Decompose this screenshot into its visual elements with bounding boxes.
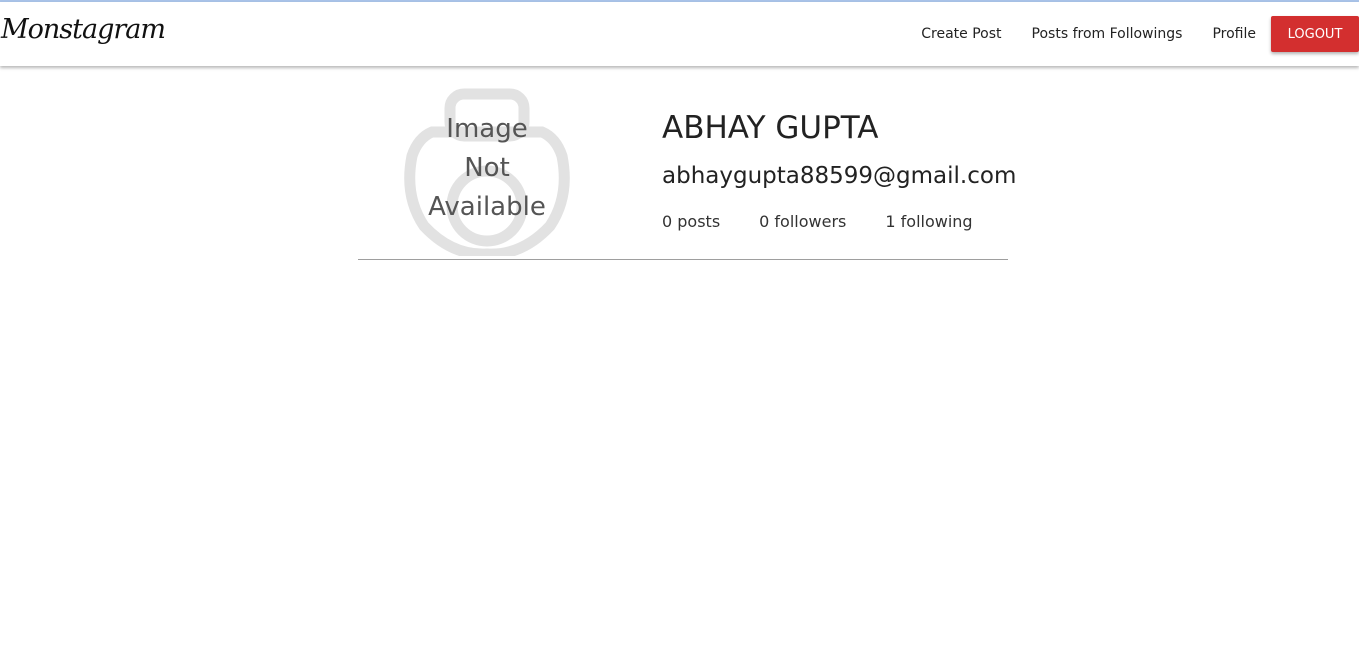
profile-email: abhaygupta88599@gmail.com [662,163,1017,189]
logout-button[interactable]: LOGOUT [1271,16,1359,52]
nav-link-profile[interactable]: Profile [1197,26,1271,42]
profile-name: ABHAY GUPTA [662,110,879,146]
brand-logo[interactable]: Monstagram [1,14,166,45]
avatar-placeholder-text: Image Not Available [428,114,546,222]
posts-count: 0 posts [662,212,721,231]
profile-header: Image Not Available ABHAY GUPTA abhaygup… [358,66,1016,260]
following-count: 1 following [885,212,973,231]
nav-link-posts-from-followings[interactable]: Posts from Followings [1017,26,1198,42]
followers-count: 0 followers [759,212,847,231]
navbar: Monstagram Create Post Posts from Follow… [0,2,1359,66]
profile-stats: 0 posts 0 followers 1 following [662,212,1012,231]
avatar: Image Not Available [402,86,572,256]
nav-link-create-post[interactable]: Create Post [906,26,1016,42]
nav-links: Create Post Posts from Followings Profil… [906,2,1359,66]
